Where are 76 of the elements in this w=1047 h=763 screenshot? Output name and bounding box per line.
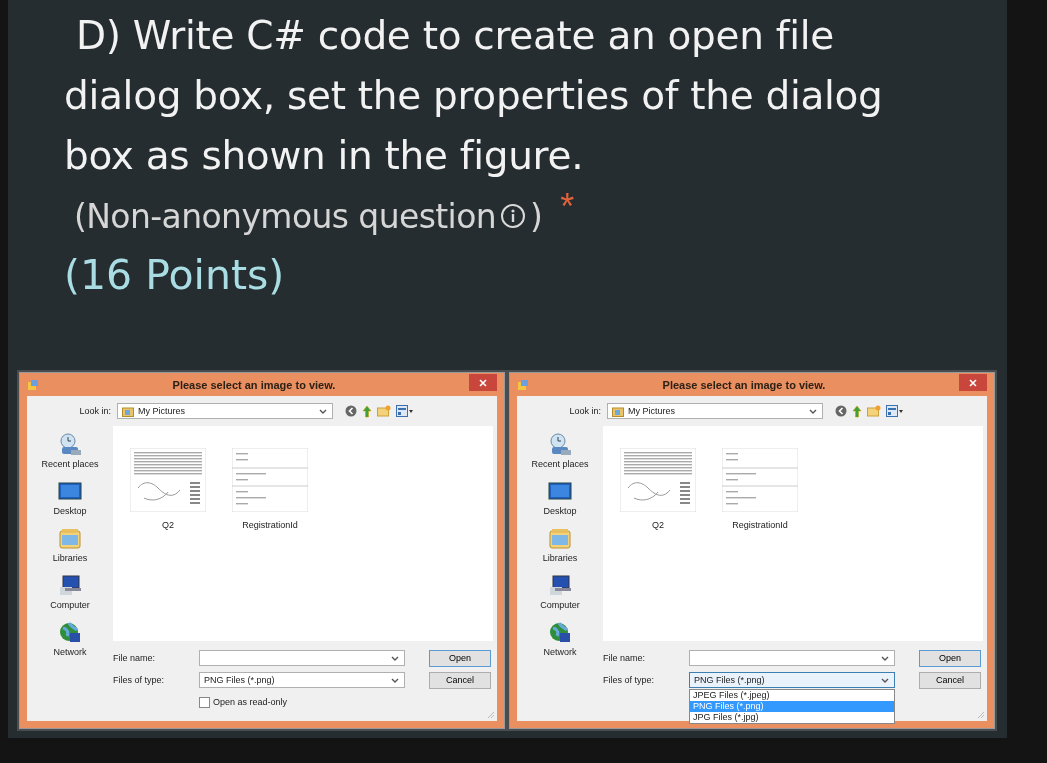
sidebar-item[interactable]: Desktop	[53, 479, 87, 516]
up-arrow-icon[interactable]	[362, 404, 372, 418]
app-icon	[517, 378, 529, 391]
sidebar-item[interactable]: Libraries	[542, 526, 578, 563]
checkbox-box[interactable]	[199, 696, 210, 708]
globe-computer-icon	[57, 620, 83, 644]
field-label: File name:	[113, 653, 157, 663]
dialog-title: Please select an image to view.	[661, 378, 827, 391]
library-folder-icon	[57, 526, 83, 550]
sidebar-item[interactable]: Recent places	[41, 432, 99, 469]
back-icon[interactable]	[835, 405, 847, 417]
field-label: Look in:	[568, 406, 601, 416]
file-type-dropdown[interactable]: PNG Files (*.png)	[199, 672, 405, 688]
cancel-button[interactable]: Cancel	[919, 671, 981, 689]
info-icon	[500, 203, 527, 229]
look-in-dropdown[interactable]: My Pictures	[117, 403, 333, 419]
file-name-field[interactable]	[199, 650, 405, 666]
cancel-button[interactable]: Cancel	[429, 671, 491, 689]
field-label: Files of type:	[113, 675, 166, 685]
resize-grip-icon	[977, 711, 985, 719]
document-thumbnail-icon	[620, 448, 696, 512]
open-button[interactable]: Open	[429, 649, 491, 667]
field-label: Files of type:	[603, 675, 656, 685]
document-thumbnail-icon	[722, 448, 798, 512]
points-text: (16 Points)	[63, 250, 286, 301]
clock-computer-icon	[57, 432, 83, 456]
combo-value: My Pictures	[138, 406, 186, 416]
field-label: Look in:	[78, 406, 111, 416]
close-button[interactable]	[469, 374, 497, 391]
question-note-end: )	[530, 196, 543, 236]
document-thumbnail-icon	[130, 448, 206, 512]
back-icon[interactable]	[345, 405, 357, 417]
up-arrow-icon[interactable]	[852, 404, 862, 418]
close-icon	[969, 378, 977, 387]
question-text: D) Write C# code to create an open file dialog box, set the properties of the dialog box as shown in the figure.	[63, 12, 884, 180]
sidebar-item[interactable]: Network	[53, 620, 87, 657]
globe-computer-icon	[547, 620, 573, 644]
sidebar-item[interactable]: Desktop	[543, 479, 577, 516]
dialog-title: Please select an image to view.	[171, 378, 337, 391]
question-note: (Non-anonymous question	[74, 196, 497, 236]
sidebar-item[interactable]: Libraries	[52, 526, 88, 563]
view-menu-icon[interactable]	[396, 405, 414, 417]
clock-computer-icon	[547, 432, 573, 456]
sidebar-item[interactable]: Recent places	[531, 432, 589, 469]
close-button[interactable]	[959, 374, 987, 391]
folder-icon	[122, 405, 134, 417]
dropdown-option[interactable]: JPG Files (*.jpg)	[690, 712, 894, 723]
file-item[interactable]: Q2	[615, 448, 701, 530]
file-item[interactable]: RegistrationId	[227, 448, 313, 530]
view-menu-icon[interactable]	[886, 405, 904, 417]
new-folder-icon[interactable]	[377, 405, 391, 417]
file-type-dropdown[interactable]: PNG Files (*.png)	[689, 672, 895, 688]
resize-grip-icon	[487, 711, 495, 719]
sidebar-item[interactable]: Network	[543, 620, 577, 657]
computer-icon	[57, 573, 83, 597]
read-only-checkbox[interactable]: Open as read-only	[199, 696, 405, 708]
computer-icon	[547, 573, 573, 597]
close-icon	[479, 378, 487, 387]
sidebar-item[interactable]: Computer	[50, 573, 90, 610]
field-label: File name:	[603, 653, 647, 663]
sidebar-item[interactable]: Computer	[540, 573, 580, 610]
file-name-field[interactable]	[689, 650, 895, 666]
document-thumbnail-icon	[232, 448, 308, 512]
combo-value: My Pictures	[628, 406, 676, 416]
new-folder-icon[interactable]	[867, 405, 881, 417]
dropdown-option[interactable]: JPEG Files (*.jpeg)	[690, 690, 894, 701]
folder-icon	[612, 405, 624, 417]
app-icon	[27, 378, 39, 391]
look-in-dropdown[interactable]: My Pictures	[607, 403, 823, 419]
monitor-icon	[547, 479, 573, 503]
open-button[interactable]: Open	[919, 649, 981, 667]
file-item[interactable]: Q2	[125, 448, 211, 530]
file-item[interactable]: RegistrationId	[717, 448, 803, 530]
required-mark: *	[560, 186, 575, 228]
monitor-icon	[57, 479, 83, 503]
library-folder-icon	[547, 526, 573, 550]
